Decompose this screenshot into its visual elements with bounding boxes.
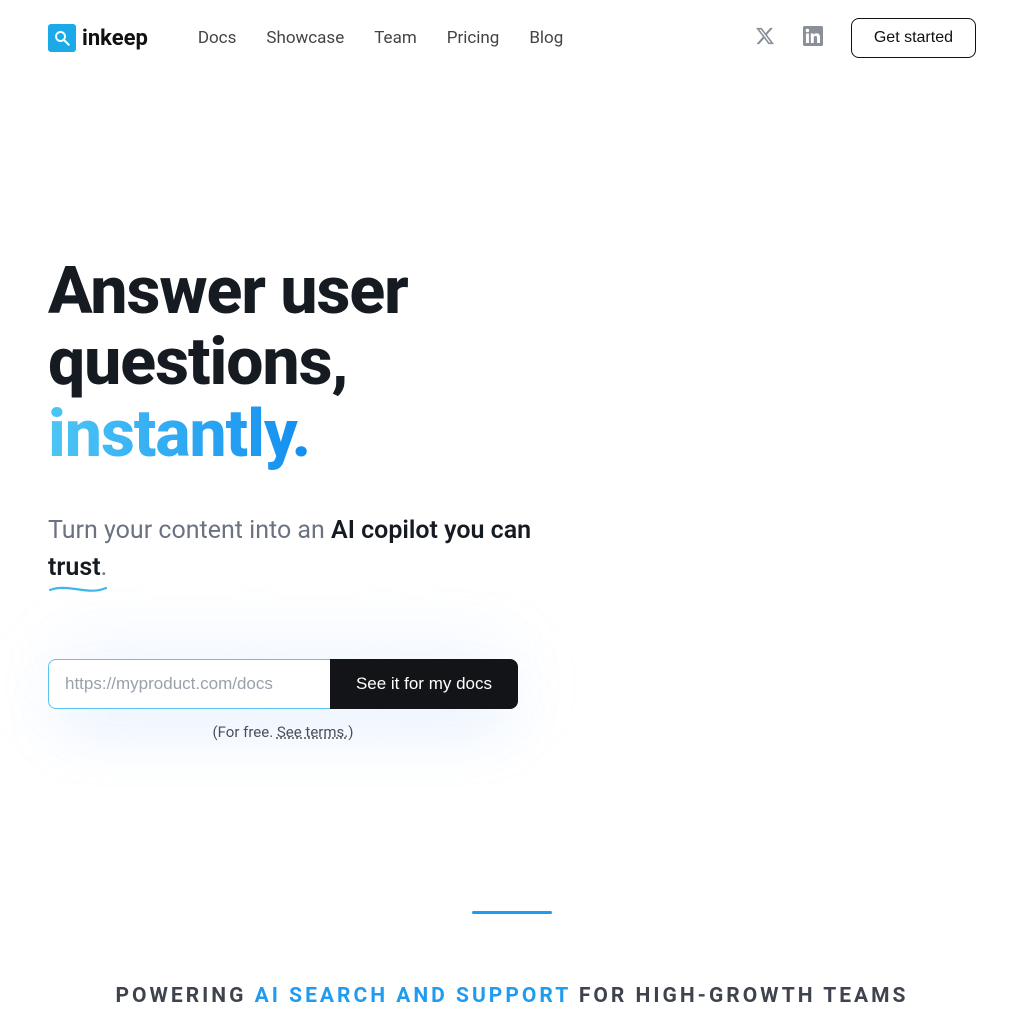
- hero-sub-strong-pre: AI copilot you can: [331, 516, 531, 545]
- nav-link-blog[interactable]: Blog: [529, 28, 563, 48]
- powering-accent: AI SEARCH AND SUPPORT: [255, 984, 571, 1008]
- nav-link-pricing[interactable]: Pricing: [447, 28, 500, 48]
- site-header: inkeep Docs Showcase Team Pricing Blog G…: [0, 0, 1024, 76]
- magnifier-icon: [48, 24, 76, 52]
- hero-section: Answer user questions, instantly. Turn y…: [0, 76, 640, 741]
- section-divider: [472, 911, 552, 914]
- hero-sub-strong-trust: trust: [48, 553, 101, 582]
- hero-title: Answer user questions, instantly.: [48, 256, 592, 470]
- hero-title-accent: instantly.: [48, 399, 310, 470]
- powering-prefix: POWERING: [116, 984, 255, 1008]
- cta-terms-suffix: ): [348, 723, 353, 741]
- underline-swoosh-icon: [48, 584, 108, 594]
- docs-url-input[interactable]: [48, 659, 330, 709]
- hero-sub-prefix: Turn your content into an: [48, 516, 331, 545]
- see-terms-link[interactable]: See terms.: [277, 723, 348, 741]
- primary-nav: Docs Showcase Team Pricing Blog: [198, 28, 563, 48]
- cta-terms-prefix: (For free.: [213, 723, 277, 741]
- hero-title-line1: Answer user: [48, 253, 408, 330]
- hero-sub-suffix: .: [101, 553, 108, 582]
- powering-suffix: FOR HIGH-GROWTH TEAMS: [571, 984, 909, 1008]
- nav-link-team[interactable]: Team: [374, 28, 417, 48]
- brand-logo[interactable]: inkeep: [48, 24, 148, 52]
- cta-terms: (For free. See terms.): [48, 723, 518, 741]
- x-twitter-icon[interactable]: [755, 26, 775, 50]
- linkedin-icon[interactable]: [803, 26, 823, 50]
- brand-name: inkeep: [82, 26, 148, 51]
- see-it-button[interactable]: See it for my docs: [330, 659, 518, 709]
- cta-form: See it for my docs: [48, 659, 518, 709]
- nav-link-docs[interactable]: Docs: [198, 28, 237, 48]
- header-right: Get started: [755, 18, 976, 58]
- nav-link-showcase[interactable]: Showcase: [266, 28, 344, 48]
- powering-tagline: POWERING AI SEARCH AND SUPPORT FOR HIGH-…: [0, 984, 1024, 1008]
- hero-subtitle: Turn your content into an AI copilot you…: [48, 512, 568, 587]
- get-started-button[interactable]: Get started: [851, 18, 976, 58]
- hero-title-line2: questions,: [48, 324, 348, 401]
